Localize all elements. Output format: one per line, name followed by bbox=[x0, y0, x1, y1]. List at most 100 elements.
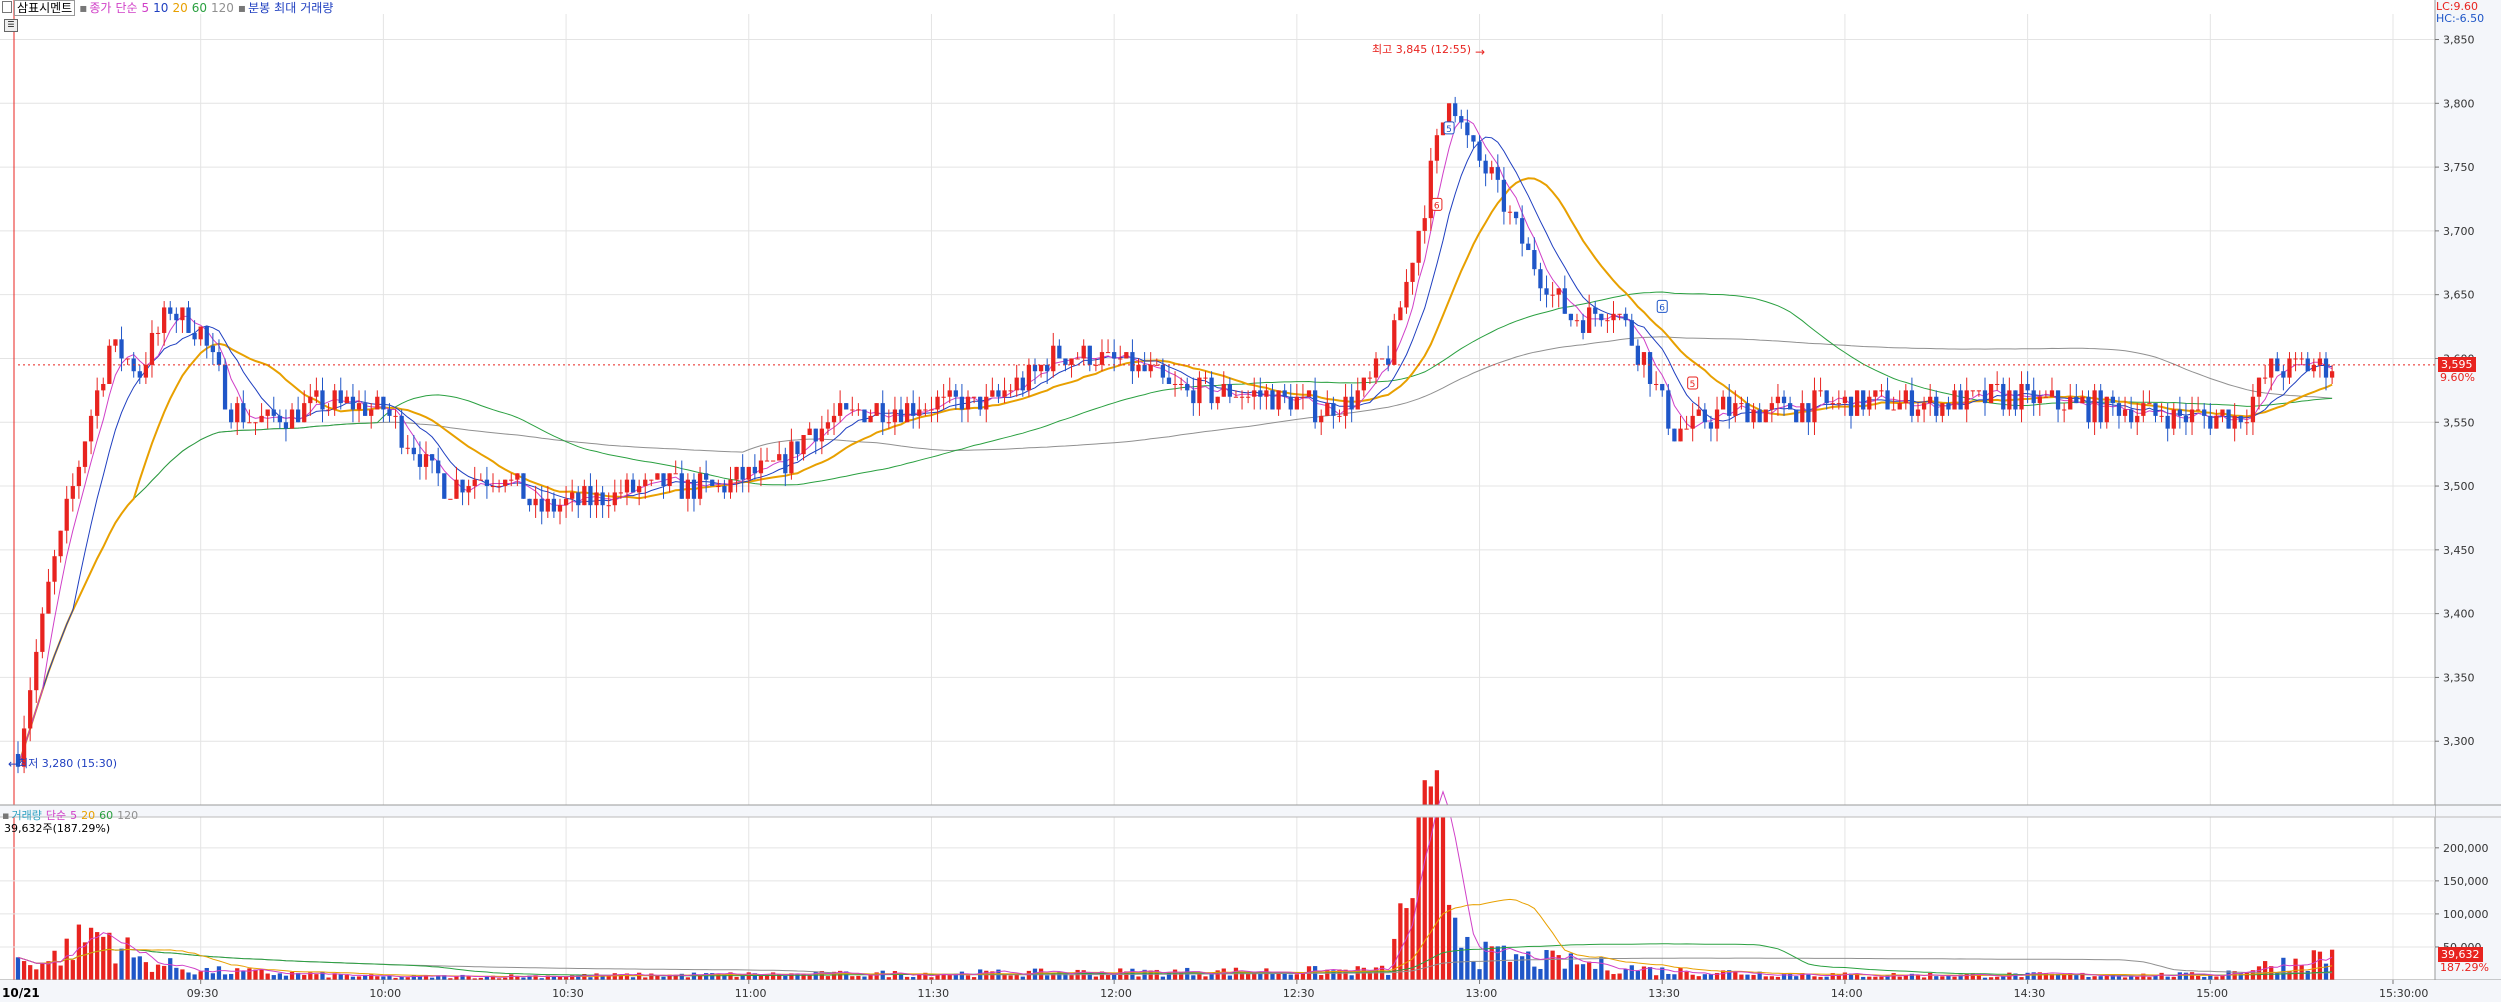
volume-bar bbox=[691, 972, 697, 980]
time-tick-label: 14:00 bbox=[1831, 987, 1863, 1000]
candle-body bbox=[746, 466, 751, 480]
candle-body bbox=[1739, 403, 1744, 405]
candle-body bbox=[551, 498, 557, 512]
volume-bar bbox=[70, 960, 75, 980]
candle-body bbox=[1209, 377, 1214, 404]
candle-body bbox=[484, 479, 490, 487]
candle-body bbox=[1818, 390, 1823, 392]
candle-body bbox=[1099, 352, 1105, 365]
candle-body bbox=[795, 441, 800, 455]
chart-toggle-icon[interactable]: ☰ bbox=[4, 19, 18, 32]
volume-bar bbox=[1453, 917, 1458, 980]
time-tick-label: 13:30 bbox=[1648, 987, 1680, 1000]
candle-body bbox=[70, 486, 75, 499]
volume-bar bbox=[1300, 973, 1306, 980]
legend-volume-label[interactable]: 거래량 bbox=[300, 1, 333, 15]
volume-bar bbox=[509, 974, 514, 980]
volume-bar bbox=[1684, 971, 1689, 980]
candle-body bbox=[216, 352, 222, 365]
volume-bar bbox=[1160, 976, 1166, 980]
volume-bar bbox=[2287, 970, 2292, 980]
volume-bar bbox=[1769, 976, 1774, 980]
candle-body bbox=[1867, 396, 1872, 410]
legend-stock-name[interactable]: 삼표시멘트 bbox=[14, 0, 76, 16]
vol-legend-label[interactable]: 거래량 bbox=[11, 809, 41, 822]
candle-body bbox=[1038, 364, 1044, 372]
candle-body bbox=[2086, 396, 2091, 423]
candle-body bbox=[411, 447, 416, 455]
legend-settings-icon[interactable] bbox=[2, 1, 12, 13]
candle-body bbox=[984, 396, 989, 410]
time-tick-label: 10:30 bbox=[552, 987, 584, 1000]
low-arrow-icon: ← bbox=[8, 757, 19, 771]
candle-body bbox=[2122, 409, 2128, 416]
volume-bar bbox=[1678, 967, 1683, 980]
candle-body bbox=[1702, 409, 1707, 423]
candle-body bbox=[1306, 390, 1312, 397]
candle-body bbox=[180, 307, 185, 321]
candle-body bbox=[2189, 409, 2195, 423]
candle-body bbox=[1763, 409, 1768, 423]
volume-bar bbox=[271, 975, 276, 980]
candle-body bbox=[2329, 371, 2335, 378]
candle-body bbox=[204, 326, 209, 346]
volume-bar bbox=[1702, 974, 1707, 980]
candle-body bbox=[101, 383, 106, 391]
candle-body bbox=[2007, 390, 2012, 410]
volume-bar bbox=[381, 976, 386, 980]
candle-body bbox=[1459, 116, 1464, 123]
candle-body bbox=[40, 613, 45, 652]
candle-body bbox=[1672, 428, 1677, 442]
volume-bar bbox=[959, 971, 965, 980]
candle-body bbox=[2013, 390, 2018, 410]
candle-body bbox=[265, 409, 270, 416]
candle-body bbox=[1538, 269, 1543, 289]
candle-body bbox=[2262, 377, 2268, 379]
legend-close-label[interactable]: 종가 bbox=[89, 1, 111, 15]
candle-body bbox=[125, 358, 130, 360]
candle-body bbox=[1842, 396, 1848, 404]
candle-body bbox=[186, 307, 191, 333]
candle-body bbox=[1203, 377, 1208, 379]
volume-bar bbox=[1398, 903, 1403, 980]
candle-body bbox=[630, 479, 636, 493]
vol-legend-ma20: 20 bbox=[81, 809, 96, 822]
candle-body bbox=[1045, 364, 1050, 372]
candle-body bbox=[1885, 390, 1890, 410]
volume-bar bbox=[1562, 968, 1567, 980]
volume-bar bbox=[880, 970, 885, 980]
volume-bar bbox=[229, 973, 234, 980]
candle-body bbox=[1191, 390, 1196, 404]
legend-maxmin-label[interactable]: 최대 bbox=[274, 1, 296, 15]
volume-bar bbox=[856, 975, 861, 980]
candle-body bbox=[679, 473, 684, 499]
candle-body bbox=[1593, 307, 1598, 314]
candle-body bbox=[192, 332, 197, 340]
legend-candle-label[interactable]: 분봉 bbox=[248, 1, 270, 15]
volume-bar bbox=[1891, 973, 1896, 980]
candle-body bbox=[2269, 358, 2274, 378]
candle-body bbox=[1057, 345, 1062, 359]
candle-body bbox=[1148, 364, 1153, 372]
legend-ma5: 5 bbox=[141, 1, 150, 15]
candle-body bbox=[874, 403, 879, 416]
candle-body bbox=[344, 396, 349, 404]
candle-body bbox=[734, 466, 739, 480]
volume-bar bbox=[1617, 973, 1622, 980]
volume-bar bbox=[1294, 974, 1299, 980]
candle-body bbox=[1727, 396, 1732, 416]
candle-body bbox=[825, 422, 831, 429]
candle-body bbox=[996, 390, 1001, 397]
candle-body bbox=[1179, 383, 1184, 385]
volume-bar bbox=[557, 976, 563, 980]
candle-body bbox=[1720, 396, 1726, 410]
volume-bar bbox=[1136, 976, 1141, 980]
candle-body bbox=[1520, 218, 1525, 244]
volume-bar bbox=[15, 957, 21, 980]
volume-bar bbox=[1593, 968, 1598, 980]
candle-body bbox=[1787, 403, 1793, 410]
candle-body bbox=[509, 479, 514, 481]
candle-body bbox=[2068, 396, 2073, 410]
candle-body bbox=[1830, 403, 1835, 405]
candle-body bbox=[2238, 415, 2243, 423]
